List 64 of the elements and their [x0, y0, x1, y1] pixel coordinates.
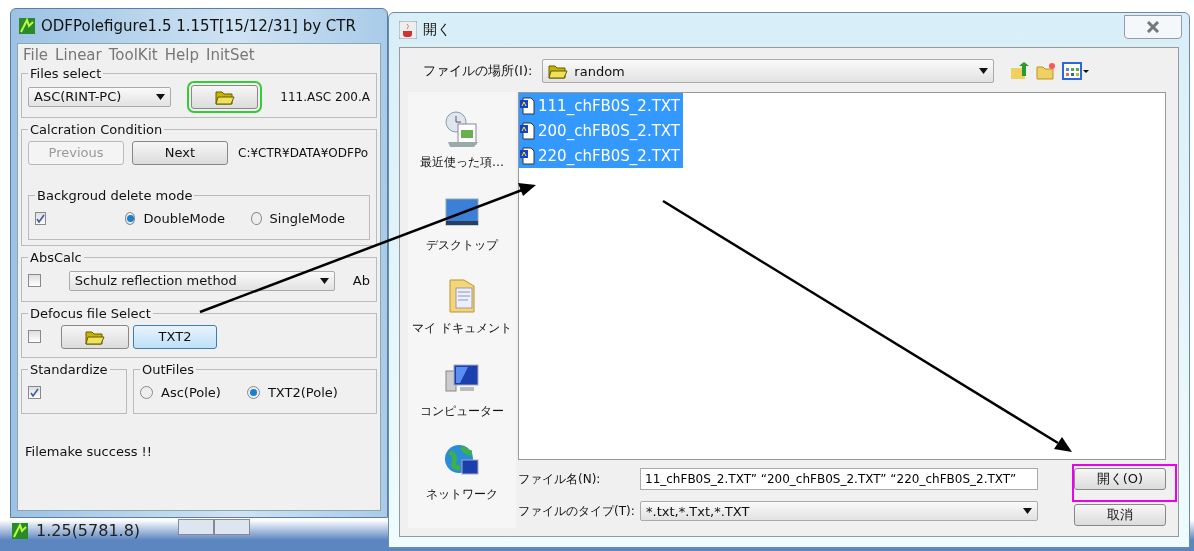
caret-icon: [319, 277, 329, 284]
menu-item[interactable]: InitSet: [205, 46, 255, 64]
group-label: AbsCalc: [29, 250, 83, 265]
radio-label: Asc(Pole): [161, 385, 221, 400]
path-text: C:¥CTR¥DATA¥ODFPo: [238, 145, 369, 160]
radio-button[interactable]: [140, 386, 153, 399]
group-label: Calcration Condition: [29, 122, 164, 137]
folder-up-icon[interactable]: [1010, 62, 1031, 80]
txt2-button[interactable]: TXT2: [133, 324, 217, 349]
close-button[interactable]: [1124, 15, 1182, 39]
radio-button[interactable]: [124, 212, 136, 225]
folder-icon: [214, 88, 235, 105]
field-label: ファイル名(N):: [518, 470, 602, 488]
field-label: ファイルのタイプ(T):: [518, 502, 636, 520]
radio-button[interactable]: [250, 212, 262, 225]
new-folder-icon[interactable]: [1036, 62, 1057, 80]
menu-item[interactable]: File: [23, 46, 49, 64]
filetype-dropdown[interactable]: *.txt,*.Txt,*.TXT: [640, 501, 1038, 521]
close-icon: [1145, 21, 1161, 33]
radio-label: SingleMode: [269, 211, 345, 226]
menu-item[interactable]: ToolKit: [108, 46, 158, 64]
checkbox[interactable]: [28, 274, 41, 287]
group-label: OutFiles: [141, 362, 196, 377]
radio-button[interactable]: [246, 386, 260, 399]
group-label: Defocus file Select: [29, 306, 152, 321]
cancel-button[interactable]: 取消: [1074, 504, 1166, 526]
radio-label: DoubleMode: [143, 211, 225, 226]
checkbox[interactable]: [35, 212, 46, 225]
field-label: ファイルの場所(I):: [423, 62, 533, 80]
caret-icon: [979, 68, 989, 74]
window-label[interactable]: 1.25(5781.8): [36, 521, 141, 540]
checkbox[interactable]: [28, 386, 41, 399]
dialog-title: 開く: [423, 21, 451, 39]
status-message: Filemake success !!: [24, 444, 153, 459]
option-label: Ab: [352, 273, 370, 288]
filename-field[interactable]: 11_chFB0S_2.TXT” “200_chFB0S_2.TXT” “220_chFB0S_2.TXT”: [640, 468, 1038, 490]
view-menu-icon[interactable]: [1062, 62, 1091, 80]
method-dropdown[interactable]: Schulz reflection method: [68, 270, 335, 291]
menu-item[interactable]: Help: [164, 46, 199, 64]
next-button[interactable]: Next: [132, 140, 228, 165]
file-list-text: 111.ASC 200.A: [280, 89, 370, 104]
group-label: Standardize: [29, 362, 109, 377]
caret-icon: [155, 93, 165, 100]
java-cup-icon: [399, 21, 417, 39]
format-dropdown[interactable]: ASC(RINT-PC): [28, 86, 171, 107]
place-item[interactable]: ネットワーク: [426, 486, 498, 503]
place-item[interactable]: デスクトップ: [426, 237, 498, 254]
checkbox[interactable]: [28, 330, 41, 343]
place-item[interactable]: マイ ドキュメント: [412, 320, 512, 337]
group-label: Backgroud delete mode: [36, 188, 194, 203]
location-dropdown[interactable]: random: [542, 59, 995, 83]
caret-icon: [1023, 508, 1032, 514]
app-icon: [12, 522, 28, 539]
group-label: Files select: [29, 66, 103, 81]
window-title: ODFPolefigure1.5 1.15T[15/12/31] by CTR: [41, 17, 356, 35]
menu-item[interactable]: Linear: [55, 46, 102, 64]
radio-label: TXT2(Pole): [267, 385, 338, 400]
open-button[interactable]: 開く(O): [1074, 468, 1166, 490]
open-folder-button[interactable]: [61, 324, 129, 349]
place-item[interactable]: 最近使った項…: [420, 154, 504, 171]
folder-icon: [548, 63, 569, 79]
place-item[interactable]: コンピューター: [420, 403, 504, 420]
app-icon: [19, 18, 35, 34]
folder-icon: [85, 328, 105, 345]
